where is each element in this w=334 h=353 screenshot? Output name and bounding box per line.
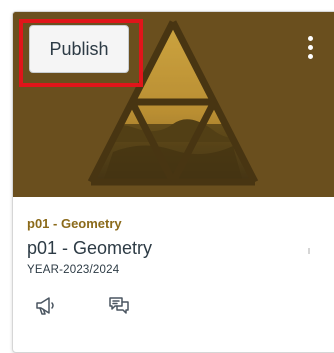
publish-button[interactable]: Publish <box>29 25 129 73</box>
course-code-link[interactable]: p01 - Geometry <box>27 216 122 231</box>
course-term: YEAR-2023/2024 <box>27 264 120 276</box>
divider-mark <box>308 248 310 254</box>
course-card: Publish p01 - Geometry p01 - Geometry YE… <box>12 11 334 353</box>
discussion-icon[interactable] <box>108 295 130 317</box>
kebab-menu-icon[interactable] <box>301 36 319 66</box>
course-hero-image[interactable]: Publish <box>13 12 334 197</box>
megaphone-icon[interactable] <box>34 295 56 317</box>
course-name-link[interactable]: p01 - Geometry <box>27 238 152 259</box>
